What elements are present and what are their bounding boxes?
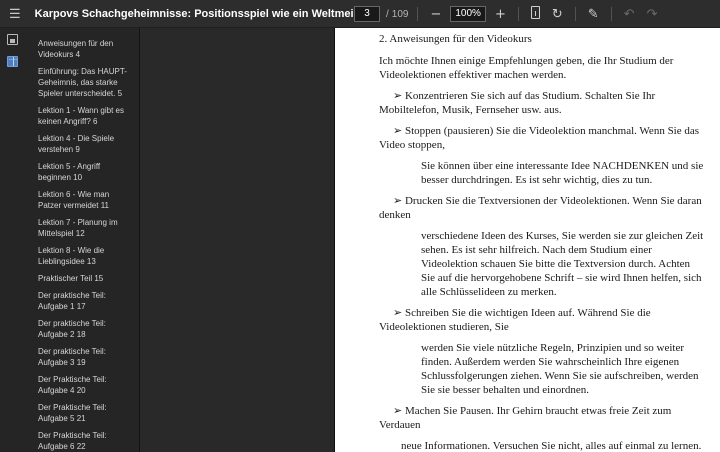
redo-button[interactable]: ↷ <box>644 6 661 23</box>
page-separator: / <box>386 8 389 20</box>
contents-view-button[interactable] <box>0 50 24 72</box>
toolbar-divider <box>417 7 419 21</box>
toc-item[interactable]: Lektion 8 - Wie die Lieblingsidee 13 <box>38 245 131 267</box>
toolbar-divider <box>517 7 519 21</box>
doc-paragraph: neue Informationen. Versuchen Sie nicht,… <box>401 440 702 452</box>
sidebar-icon-strip <box>0 28 24 452</box>
page-content: 2. Anweisungen für den Videokurs Ich möc… <box>379 32 704 452</box>
toolbar-divider <box>610 7 612 21</box>
doc-paragraph: ➢ Stoppen (pausieren) Sie die Videolekti… <box>379 125 700 151</box>
doc-paragraph: Sie können über eine interessante Idee N… <box>421 160 704 186</box>
toc-item[interactable]: Praktischer Teil 15 <box>38 273 131 284</box>
pdf-viewer-area[interactable]: 2. Anweisungen für den Videokurs Ich möc… <box>140 28 720 452</box>
zoom-out-button[interactable]: − <box>427 6 444 23</box>
toc-item[interactable]: Der Praktische Teil: Aufgabe 6 22 <box>38 430 131 452</box>
zoom-in-button[interactable]: + <box>492 6 509 23</box>
thumbnails-view-button[interactable] <box>0 28 24 50</box>
pdf-toolbar: ☰ Karpovs Schachgeheimnisse: Positionssp… <box>0 0 720 28</box>
thumbnails-icon <box>6 33 18 45</box>
toolbar-left: ☰ Karpovs Schachgeheimnisse: Positionssp… <box>0 7 374 20</box>
contents-book-icon <box>6 55 18 67</box>
toolbar-divider <box>574 7 576 21</box>
page-total: 109 <box>391 8 409 20</box>
toc-item[interactable]: Der Praktische Teil: Aufgabe 5 21 <box>38 402 131 424</box>
document-title: Karpovs Schachgeheimnisse: Positionsspie… <box>34 7 374 20</box>
toc-item[interactable]: Anweisungen für den Videokurs 4 <box>38 38 131 60</box>
doc-paragraph: ➢ Machen Sie Pausen. Ihr Gehirn braucht … <box>379 405 672 431</box>
doc-paragraph: verschiedene Ideen des Kurses, Sie werde… <box>421 230 704 298</box>
rotate-button[interactable]: ↻ <box>549 6 566 23</box>
toc-item[interactable]: Lektion 6 - Wie man Patzer vermeidet 11 <box>38 189 131 211</box>
toc-item[interactable]: Lektion 1 - Wann gibt es keinen Angriff?… <box>38 105 131 127</box>
menu-icon[interactable]: ☰ <box>9 7 21 20</box>
toc-item[interactable]: Der praktische Teil: Aufgabe 2 18 <box>38 318 131 340</box>
toc-item[interactable]: Der praktische Teil: Aufgabe 3 19 <box>38 346 131 368</box>
fit-to-page-button[interactable] <box>528 4 543 24</box>
page-count: / 109 <box>386 9 408 20</box>
doc-paragraph: ➢ Schreiben Sie die wichtigen Ideen auf.… <box>379 307 651 333</box>
undo-button[interactable]: ↶ <box>621 6 638 23</box>
draw-button[interactable]: ✎ <box>585 6 602 23</box>
page-number-input[interactable]: 3 <box>354 6 380 22</box>
fit-page-icon <box>530 6 540 19</box>
toc-item[interactable]: Der Praktische Teil: Aufgabe 4 20 <box>38 374 131 396</box>
doc-paragraph: Ich möchte Ihnen einige Empfehlungen geb… <box>379 55 674 81</box>
toc-item[interactable]: Lektion 5 - Angriff beginnen 10 <box>38 161 131 183</box>
toc-item[interactable]: Lektion 7 - Planung im Mittelspiel 12 <box>38 217 131 239</box>
zoom-level[interactable]: 100% <box>450 6 486 22</box>
doc-heading: 2. Anweisungen für den Videokurs <box>379 33 532 45</box>
doc-paragraph: werden Sie viele nützliche Regeln, Prinz… <box>421 342 699 396</box>
toc-item[interactable]: Einführung: Das HAUPT-Geheimnis, das sta… <box>38 66 131 99</box>
toolbar-controls: 3 / 109 − 100% + ↻ ✎ ↶ ↷ <box>354 0 660 28</box>
toc-item[interactable]: Der praktische Teil: Aufgabe 1 17 <box>38 290 131 312</box>
toc-item[interactable]: Lektion 4 - Die Spiele verstehen 9 <box>38 133 131 155</box>
document-page: 2. Anweisungen für den Videokurs Ich möc… <box>334 28 720 452</box>
doc-paragraph: ➢ Drucken Sie die Textversionen der Vide… <box>379 195 702 221</box>
doc-paragraph: ➢ Konzentrieren Sie sich auf das Studium… <box>379 90 656 116</box>
table-of-contents: Anweisungen für den Videokurs 4 Einführu… <box>24 28 140 452</box>
